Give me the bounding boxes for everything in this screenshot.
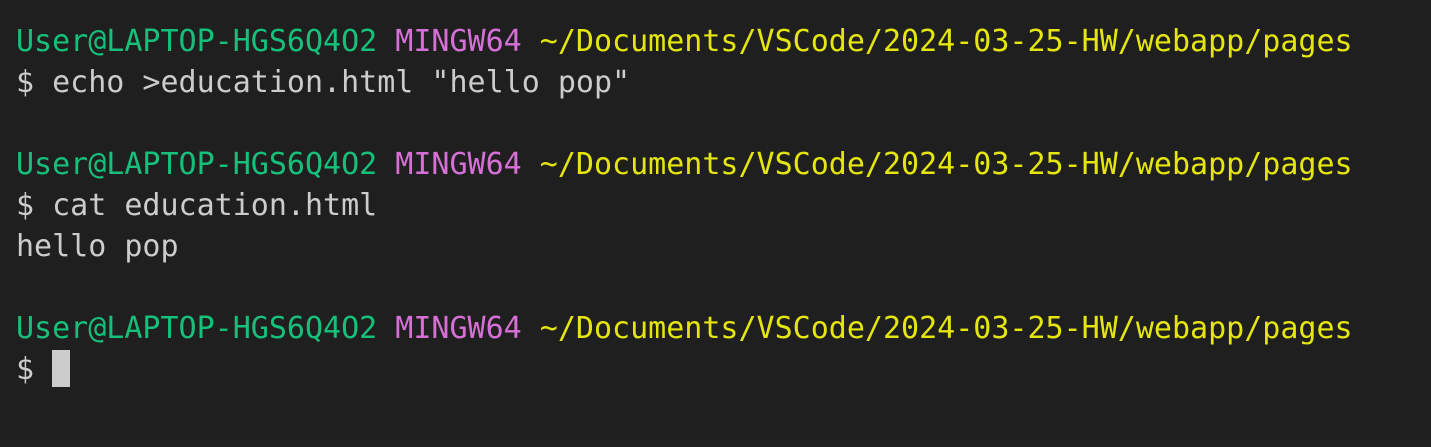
command-text: echo >education.html "hello pop" [52,65,631,100]
prompt-path: ~/Documents/VSCode/2024-03-25-HW/webapp/… [539,24,1353,59]
prompt-system: MINGW64 [395,147,522,182]
prompt-user-host: User@LAPTOP-HGS6Q4O2 [16,24,378,59]
prompt-path: ~/Documents/VSCode/2024-03-25-HW/webapp/… [539,311,1353,346]
prompt-line: User@LAPTOP-HGS6Q4O2 MINGW64 ~/Documents… [16,144,1431,185]
prompt-system: MINGW64 [395,311,522,346]
command-line: $ cat education.html [16,185,1431,226]
prompt-symbol: $ [16,65,35,100]
prompt-system: MINGW64 [395,24,522,59]
prompt-user-host: User@LAPTOP-HGS6Q4O2 [16,147,378,182]
text-cursor [52,350,71,387]
command-text: cat education.html [52,188,378,223]
terminal[interactable]: User@LAPTOP-HGS6Q4O2 MINGW64 ~/Documents… [0,0,1431,390]
command-line: $ echo >education.html "hello pop" [16,62,1431,103]
input-line[interactable]: $ [16,349,1431,390]
prompt-line: User@LAPTOP-HGS6Q4O2 MINGW64 ~/Documents… [16,308,1431,349]
prompt-symbol: $ [16,188,35,223]
prompt-path: ~/Documents/VSCode/2024-03-25-HW/webapp/… [539,147,1353,182]
prompt-symbol: $ [16,352,35,387]
command-output: hello pop [16,229,179,264]
prompt-user-host: User@LAPTOP-HGS6Q4O2 [16,311,378,346]
prompt-line: User@LAPTOP-HGS6Q4O2 MINGW64 ~/Documents… [16,21,1431,62]
